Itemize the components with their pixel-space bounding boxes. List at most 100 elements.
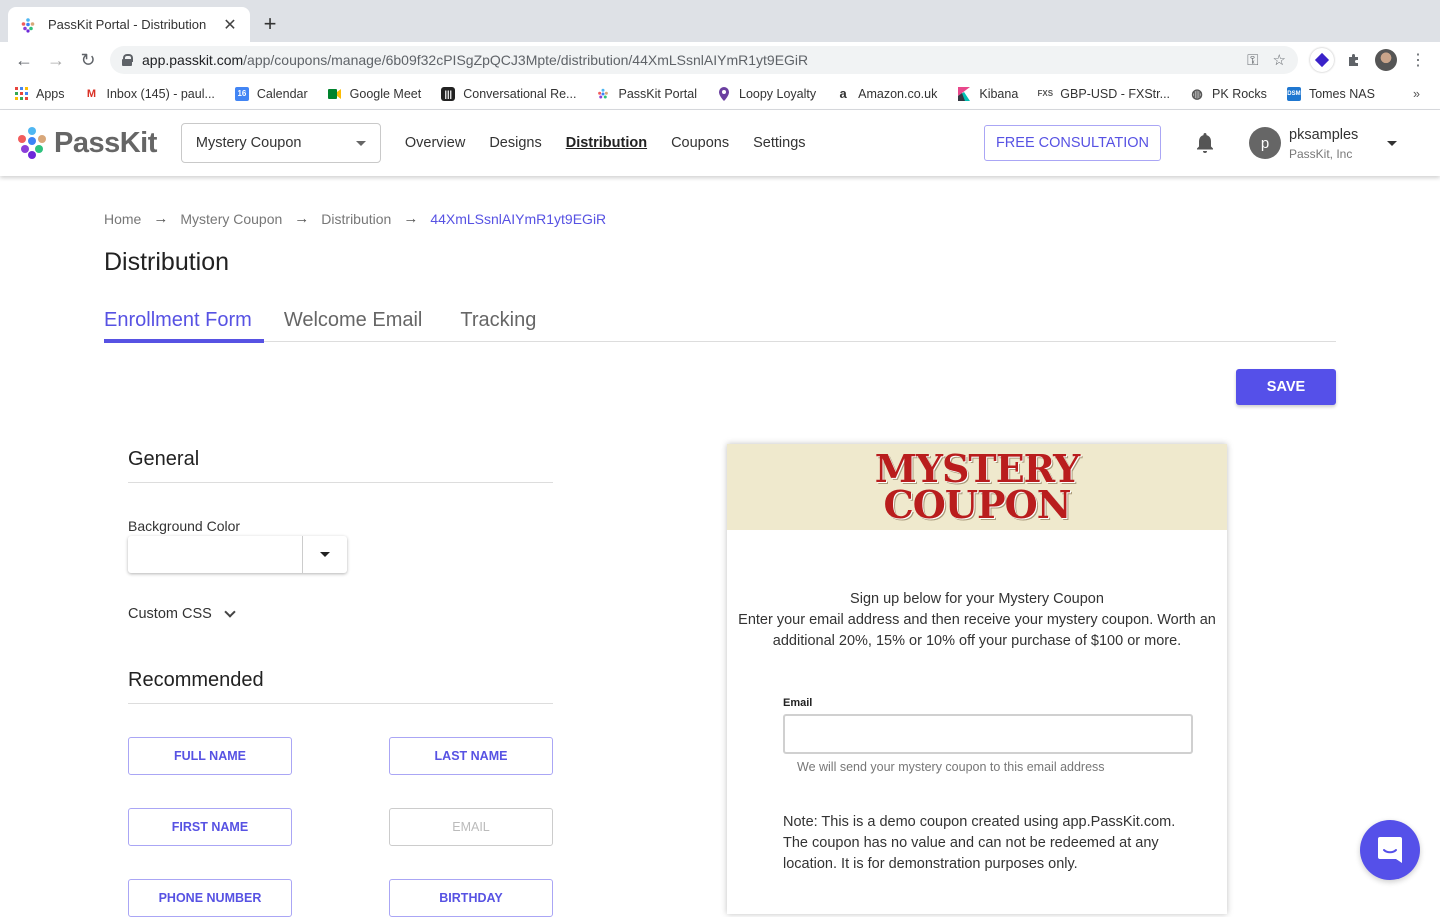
chat-launcher-button[interactable] <box>1360 820 1420 880</box>
add-first-name-button[interactable]: FIRST NAME <box>128 808 292 846</box>
recommended-section-title: Recommended <box>128 669 264 691</box>
bookmark-label: Inbox (145) - paul... <box>106 86 215 101</box>
extension-icon[interactable] <box>1308 46 1336 74</box>
new-tab-button[interactable]: + <box>258 12 282 36</box>
divider <box>128 703 553 704</box>
preview-email-label: Email <box>783 697 813 709</box>
chevron-down-icon <box>224 606 236 618</box>
page-content: Home → Mystery Coupon → Distribution → 4… <box>0 176 1440 917</box>
divider <box>128 482 553 483</box>
nav-designs[interactable]: Designs <box>489 135 541 151</box>
bookmark-passkit-portal[interactable]: PassKit Portal <box>596 87 697 101</box>
back-button[interactable]: ← <box>8 46 40 74</box>
bookmark-label: PK Rocks <box>1212 86 1267 101</box>
reload-button[interactable]: ↻ <box>72 46 104 74</box>
program-select[interactable]: Mystery Coupon <box>180 123 381 163</box>
user-menu-caret-icon[interactable] <box>1387 141 1397 146</box>
preview-email-input[interactable] <box>783 714 1193 754</box>
browser-tab[interactable]: PassKit Portal - Distribution ✕ <box>8 7 250 42</box>
app-header: PassKit Mystery Coupon Overview Designs … <box>0 110 1440 176</box>
bookmarks-bar: Apps M Inbox (145) - paul... 16 Calendar… <box>0 78 1440 110</box>
arrow-right-icon: → <box>153 210 169 227</box>
star-icon[interactable]: ☆ <box>1273 51 1286 69</box>
bookmark-amazon[interactable]: a Amazon.co.uk <box>836 86 938 101</box>
preview-note: Note: This is a demo coupon created usin… <box>783 814 1176 872</box>
bookmark-label: Kibana <box>979 86 1019 101</box>
free-consultation-button[interactable]: FREE CONSULTATION <box>984 125 1161 161</box>
bookmark-google-meet[interactable]: Google Meet <box>327 87 421 101</box>
passkit-favicon-icon <box>20 17 36 33</box>
tab-enrollment-form[interactable]: Enrollment Form <box>104 304 264 343</box>
globe-icon: ◍ <box>1191 85 1203 101</box>
add-full-name-button[interactable]: FULL NAME <box>128 737 292 775</box>
user-avatar[interactable]: p <box>1249 127 1281 159</box>
color-swatch[interactable] <box>128 536 303 573</box>
bookmark-pk-rocks[interactable]: ◍ PK Rocks <box>1190 85 1267 101</box>
nav-overview[interactable]: Overview <box>405 135 465 151</box>
enrollment-form-preview: MYSTERY COUPON Sign up below for your My… <box>727 444 1227 914</box>
breadcrumb: Home → Mystery Coupon → Distribution → 4… <box>104 210 606 227</box>
user-name[interactable]: pksamples <box>1289 127 1358 143</box>
add-email-button[interactable]: EMAIL <box>389 808 553 846</box>
bookmark-label: Calendar <box>256 86 308 101</box>
add-phone-number-button[interactable]: PHONE NUMBER <box>128 879 292 917</box>
main-nav: Overview Designs Distribution Coupons Se… <box>405 135 830 151</box>
breadcrumb-program[interactable]: Mystery Coupon <box>180 211 282 227</box>
page-title: Distribution <box>104 248 230 276</box>
menu-kebab-icon[interactable]: ⋮ <box>1404 46 1432 74</box>
apps-grid-icon <box>14 87 28 101</box>
bookmark-loopy-loyalty[interactable]: Loopy Loyalty <box>717 86 817 101</box>
bookmarks-overflow-button[interactable]: » <box>1413 87 1420 101</box>
passkit-icon <box>596 87 610 101</box>
address-bar[interactable]: app.passkit.com/app/coupons/manage/6b09f… <box>110 46 1298 74</box>
chat-icon <box>1378 837 1402 863</box>
background-color-label: Background Color <box>128 518 241 534</box>
url-path: /app/coupons/manage/6b09f32cPISgZpQCJ3Mp… <box>243 52 809 68</box>
tab-welcome-email[interactable]: Welcome Email <box>284 304 423 342</box>
bookmark-label: Amazon.co.uk <box>858 86 938 101</box>
bookmark-calendar[interactable]: 16 Calendar <box>234 86 308 101</box>
bookmark-kibana[interactable]: Kibana <box>957 86 1019 101</box>
bookmark-label: GBP-USD - FXStr... <box>1060 86 1171 101</box>
gmail-icon: M <box>86 87 97 100</box>
arrow-right-icon: → <box>294 210 310 227</box>
bookmark-label: Tomes NAS <box>1308 86 1375 101</box>
browser-tabstrip: PassKit Portal - Distribution ✕ + <box>0 0 1440 42</box>
tab-close-icon[interactable]: ✕ <box>222 15 238 35</box>
amazon-icon: a <box>839 86 847 101</box>
url-host: app.passkit.com <box>142 52 244 68</box>
color-picker-toggle[interactable] <box>303 536 347 573</box>
tab-title: PassKit Portal - Distribution <box>48 17 207 32</box>
bell-icon[interactable] <box>1195 132 1215 154</box>
save-button[interactable]: SAVE <box>1236 369 1336 405</box>
custom-css-toggle[interactable]: Custom CSS <box>128 606 236 622</box>
program-select-value: Mystery Coupon <box>195 135 302 151</box>
bookmark-fxs[interactable]: FXS GBP-USD - FXStr... <box>1038 86 1171 101</box>
tab-tracking[interactable]: Tracking <box>460 304 536 342</box>
caret-down-icon <box>320 552 330 557</box>
nav-coupons[interactable]: Coupons <box>671 135 729 151</box>
bookmark-inbox[interactable]: M Inbox (145) - paul... <box>85 87 215 101</box>
breadcrumb-home[interactable]: Home <box>104 211 141 227</box>
key-icon[interactable]: ⚿ <box>1247 52 1258 69</box>
custom-css-label: Custom CSS <box>128 606 212 622</box>
puzzle-icon[interactable] <box>1340 46 1368 74</box>
bookmark-apps[interactable]: Apps <box>14 87 65 101</box>
nav-settings[interactable]: Settings <box>753 135 805 151</box>
background-color-picker[interactable] <box>128 536 347 573</box>
add-birthday-button[interactable]: BIRTHDAY <box>389 879 553 917</box>
intercom-icon: ||| <box>441 86 456 101</box>
passkit-logo[interactable]: PassKit <box>16 127 157 160</box>
breadcrumb-distribution[interactable]: Distribution <box>321 211 391 227</box>
bookmark-label: PassKit Portal <box>618 86 697 101</box>
add-last-name-button[interactable]: LAST NAME <box>389 737 553 775</box>
profile-avatar[interactable] <box>1372 46 1400 74</box>
bookmark-tomes-nas[interactable]: DSM Tomes NAS <box>1286 86 1375 101</box>
forward-button[interactable]: → <box>40 46 72 74</box>
browser-toolbar: ← → ↻ app.passkit.com/app/coupons/manage… <box>0 42 1440 78</box>
bookmark-conversational[interactable]: ||| Conversational Re... <box>441 86 576 101</box>
bookmark-label: Loopy Loyalty <box>739 86 817 101</box>
nav-distribution[interactable]: Distribution <box>566 135 647 151</box>
logo-text: PassKit <box>54 126 157 159</box>
preview-intro-body: Enter your email address and then receiv… <box>738 612 1216 649</box>
